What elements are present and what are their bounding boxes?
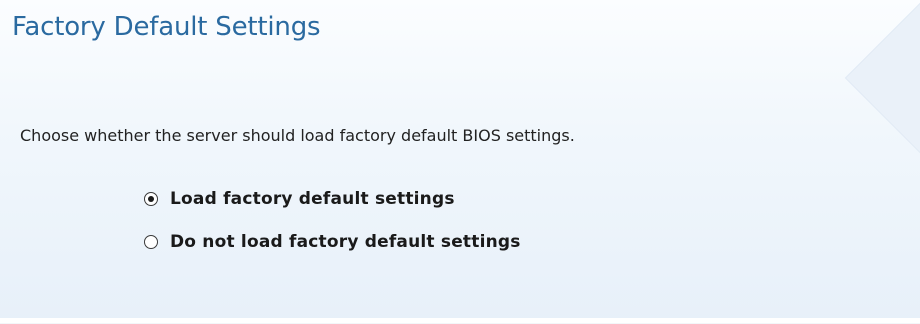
load-factory-defaults-option[interactable]: Load factory default settings: [144, 188, 455, 210]
do-not-load-factory-defaults-option[interactable]: Do not load factory default settings: [144, 231, 521, 253]
bottom-border: [0, 318, 920, 323]
description-text: Choose whether the server should load fa…: [20, 126, 575, 145]
do-not-load-factory-defaults-label[interactable]: Do not load factory default settings: [170, 232, 521, 252]
load-factory-defaults-label[interactable]: Load factory default settings: [170, 189, 455, 209]
decorative-diamond-shape: [844, 0, 920, 158]
radio-unselected-icon[interactable]: [144, 235, 158, 249]
page-title: Factory Default Settings: [12, 12, 321, 42]
radio-selected-icon[interactable]: [144, 192, 158, 206]
factory-default-settings-panel: Factory Default Settings Choose whether …: [0, 0, 920, 324]
